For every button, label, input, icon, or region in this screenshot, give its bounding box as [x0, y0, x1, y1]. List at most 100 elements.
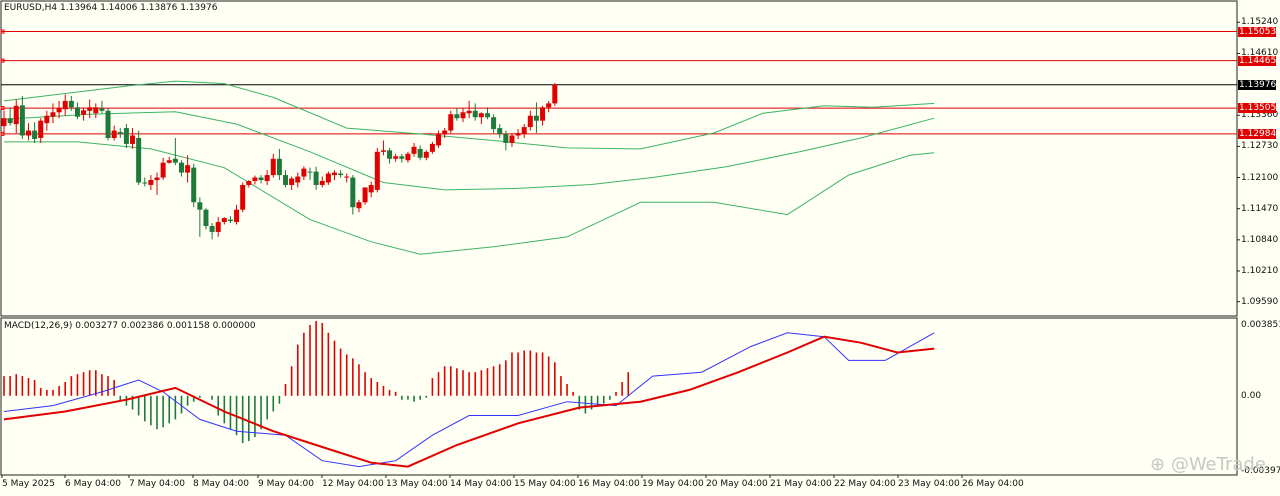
chart-canvas[interactable]: [0, 0, 1280, 492]
date-axis-label: 13 May 04:00: [386, 479, 448, 489]
date-axis-label: 21 May 04:00: [770, 479, 832, 489]
date-axis-label: 19 May 04:00: [642, 479, 704, 489]
candle-body: [527, 115, 533, 128]
candle-body: [472, 110, 478, 118]
candle-body: [221, 218, 227, 223]
candle-body: [331, 172, 337, 176]
watermark-text: @WeTrade: [1170, 454, 1266, 475]
candle-body: [154, 177, 160, 181]
candle-body: [38, 120, 44, 138]
candle-body: [344, 176, 350, 178]
macd-axis-label: 0.003851: [1241, 320, 1280, 330]
candle-body: [411, 146, 417, 154]
bollinger-lower-band: [4, 141, 935, 255]
candle-body: [380, 150, 386, 152]
candle-body: [227, 219, 233, 222]
bollinger-middle-band: [3, 111, 935, 191]
candle-body: [203, 209, 209, 227]
macd-line: [3, 332, 935, 468]
trading-chart[interactable]: EURUSD,H4 1.13964 1.14006 1.13876 1.1397…: [0, 0, 1280, 492]
candle-body: [7, 118, 13, 124]
candle-body: [197, 202, 203, 210]
candles: [1, 83, 558, 240]
candle-body: [350, 177, 356, 208]
candle-body: [429, 143, 435, 152]
date-axis-label: 6 May 04:00: [65, 479, 121, 489]
price-axis-label: 1.09590: [1241, 296, 1279, 307]
candle-body: [130, 135, 136, 144]
candle-body: [546, 103, 552, 108]
candle-body: [68, 100, 74, 108]
candle-body: [466, 110, 472, 114]
candle-body: [74, 107, 80, 117]
candle-body: [503, 134, 509, 143]
candle-body: [123, 128, 129, 144]
candle-body: [264, 175, 270, 182]
candle-body: [448, 114, 454, 131]
date-axis-label: 5 May 2025: [2, 479, 55, 489]
candle-body: [87, 107, 93, 111]
macd-axis-label: 0.00: [1241, 390, 1262, 401]
candle-body: [484, 113, 490, 118]
candle-body: [540, 107, 546, 121]
price-level-label: 1.14465: [1238, 55, 1277, 66]
candle-body: [325, 173, 331, 183]
candle-body: [240, 184, 246, 210]
ohlc-values: 1.13964 1.14006 1.13876 1.13976: [60, 3, 218, 13]
candle-body: [166, 160, 172, 163]
candle-body: [283, 175, 289, 185]
candle-body: [362, 187, 368, 203]
price-axis-label: 1.10210: [1241, 266, 1279, 276]
candle-body: [160, 162, 166, 178]
candle-body: [417, 148, 423, 158]
candle-body: [319, 181, 325, 185]
candle-body: [491, 117, 497, 130]
candle-body: [32, 130, 38, 139]
price-level-label: 1.13976: [1238, 79, 1277, 90]
date-axis-label: 9 May 04:00: [258, 479, 314, 489]
candle-body: [478, 113, 484, 118]
macd-signal-line: [3, 335, 935, 468]
candle-body: [509, 135, 515, 143]
candle-body: [338, 173, 344, 176]
candle-body: [497, 128, 503, 135]
price-level-label: 1.12984: [1238, 128, 1277, 139]
candle-body: [191, 167, 197, 203]
candle-body: [289, 178, 295, 185]
symbol-timeframe: EURUSD,H4: [4, 3, 58, 13]
price-levels: [0, 29, 1237, 136]
candle-body: [246, 181, 252, 185]
candle-body: [374, 151, 380, 190]
candle-body: [423, 151, 429, 158]
candle-body: [81, 110, 87, 115]
date-axis-label: 23 May 04:00: [898, 479, 960, 489]
candle-body: [252, 177, 258, 182]
price-axis-label: 1.11470: [1241, 203, 1279, 214]
date-axis-label: 8 May 04:00: [193, 479, 249, 489]
candle-body: [442, 130, 448, 135]
candle-body: [19, 105, 25, 136]
candle-body: [215, 222, 221, 232]
candle-body: [62, 100, 68, 110]
candle-body: [178, 162, 184, 173]
date-axis-label: 22 May 04:00: [834, 479, 896, 489]
candle-body: [393, 156, 399, 159]
macd-header: MACD(12,26,9) 0.003277 0.002386 0.001158…: [4, 321, 256, 331]
date-axis-label: 7 May 04:00: [129, 479, 185, 489]
candle-body: [209, 226, 215, 232]
candle-body: [295, 176, 301, 183]
candle-body: [368, 184, 374, 193]
candle-body: [387, 150, 393, 159]
candle-body: [142, 182, 148, 184]
candle-body: [399, 156, 405, 159]
watermark-logo: ⊕ @WeTrade: [1150, 454, 1266, 475]
price-axis-label: 1.12730: [1241, 141, 1279, 152]
candle-body: [436, 134, 442, 146]
date-axis-label: 16 May 04:00: [578, 479, 640, 489]
price-axis-label: 1.10840: [1241, 234, 1279, 245]
candle-body: [521, 127, 527, 135]
candle-body: [405, 153, 411, 161]
candle-body: [111, 130, 117, 138]
candle-body: [1, 118, 7, 127]
candle-body: [460, 112, 466, 119]
